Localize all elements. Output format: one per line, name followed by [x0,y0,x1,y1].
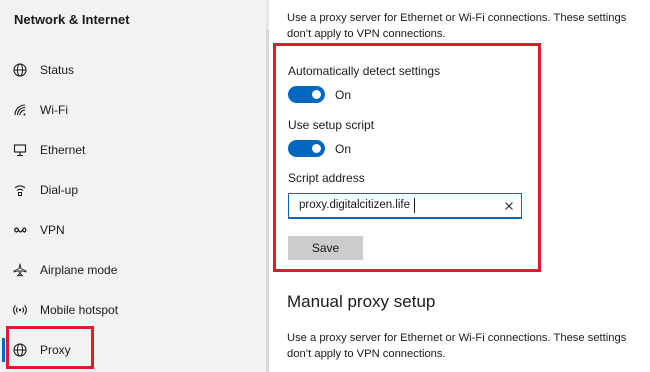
script-address-input[interactable]: proxy.digitalcitizen.life [288,193,522,219]
manual-proxy-description: Use a proxy server for Ethernet or Wi-Fi… [287,332,627,360]
sidebar-item-status[interactable]: Status [0,50,266,90]
sidebar-item-label: Mobile hotspot [40,303,119,317]
sidebar-item-wifi[interactable]: Wi-Fi [0,90,266,130]
setup-script-toggle[interactable] [288,140,325,157]
main-content: Use a proxy server for Ethernet or Wi-Fi… [269,0,650,372]
airplane-icon [12,262,28,278]
sidebar-item-airplane-mode[interactable]: Airplane mode [0,250,266,290]
sidebar-title: Network & Internet [14,12,130,27]
clear-icon[interactable] [503,199,515,211]
save-button[interactable]: Save [288,236,363,260]
ethernet-icon [12,142,28,158]
vpn-icon [12,222,28,238]
sidebar-item-vpn[interactable]: VPN [0,210,266,250]
sidebar-item-proxy[interactable]: Proxy [0,330,266,370]
auto-detect-toggle[interactable] [288,86,325,103]
sidebar-item-mobile-hotspot[interactable]: Mobile hotspot [0,290,266,330]
setup-script-label: Use setup script [288,118,375,132]
text-caret [414,198,415,213]
sidebar: Network & Internet Status Wi-Fi Ethernet… [0,0,266,372]
sidebar-item-label: Airplane mode [40,263,118,277]
manual-proxy-title: Manual proxy setup [287,292,436,311]
hotspot-icon [12,302,28,318]
sidebar-item-label: Proxy [40,343,71,357]
sidebar-item-ethernet[interactable]: Ethernet [0,130,266,170]
setup-script-state: On [335,142,352,156]
globe-icon [12,342,28,358]
sidebar-item-label: Status [40,63,75,77]
active-indicator [2,338,5,362]
toggle-knob [312,144,321,153]
script-address-label: Script address [288,171,365,185]
auto-detect-state: On [335,88,352,102]
wifi-icon [12,102,28,118]
sidebar-item-dialup[interactable]: Dial-up [0,170,266,210]
dialup-icon [12,182,28,198]
sidebar-item-label: Ethernet [40,143,86,157]
sidebar-item-label: Dial-up [40,183,79,197]
toggle-knob [312,90,321,99]
sidebar-item-label: Wi-Fi [40,103,68,117]
script-address-value: proxy.digitalcitizen.life [299,199,411,211]
auto-proxy-description: Use a proxy server for Ethernet or Wi-Fi… [287,12,627,40]
sidebar-item-label: VPN [40,223,65,237]
globe-status-icon [12,62,28,78]
auto-detect-label: Automatically detect settings [288,64,441,78]
